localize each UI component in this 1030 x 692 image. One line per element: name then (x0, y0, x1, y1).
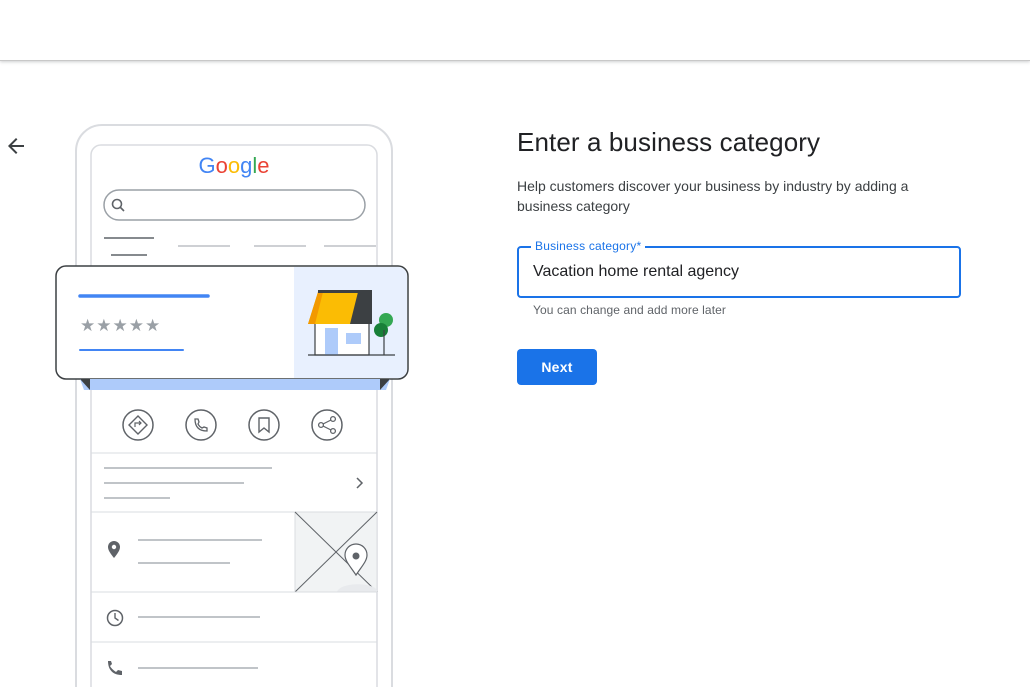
share-icon (311, 409, 343, 441)
directions-icon (122, 409, 154, 441)
business-category-label: Business category* (531, 239, 646, 253)
business-profile-illustration: Google ★★★★★ (50, 120, 420, 692)
top-bar (0, 0, 1030, 61)
business-category-field[interactable]: Business category* (517, 239, 961, 298)
page-subtitle: Help customers discover your business by… (517, 178, 909, 214)
search-bar (103, 189, 366, 221)
google-logo: Google (198, 153, 269, 178)
business-category-form: Enter a business category Help customers… (517, 124, 967, 385)
map-icon (294, 511, 378, 593)
phone-icon (185, 409, 217, 441)
back-button[interactable] (4, 134, 28, 158)
rating-stars: ★★★★★ (80, 316, 161, 336)
business-category-input[interactable] (533, 260, 943, 284)
next-button[interactable]: Next (517, 349, 597, 385)
helper-text: You can change and add more later (533, 303, 726, 317)
page-title: Enter a business category (517, 127, 821, 157)
arrow-back-icon (8, 138, 24, 154)
bookmark-icon (248, 409, 280, 441)
